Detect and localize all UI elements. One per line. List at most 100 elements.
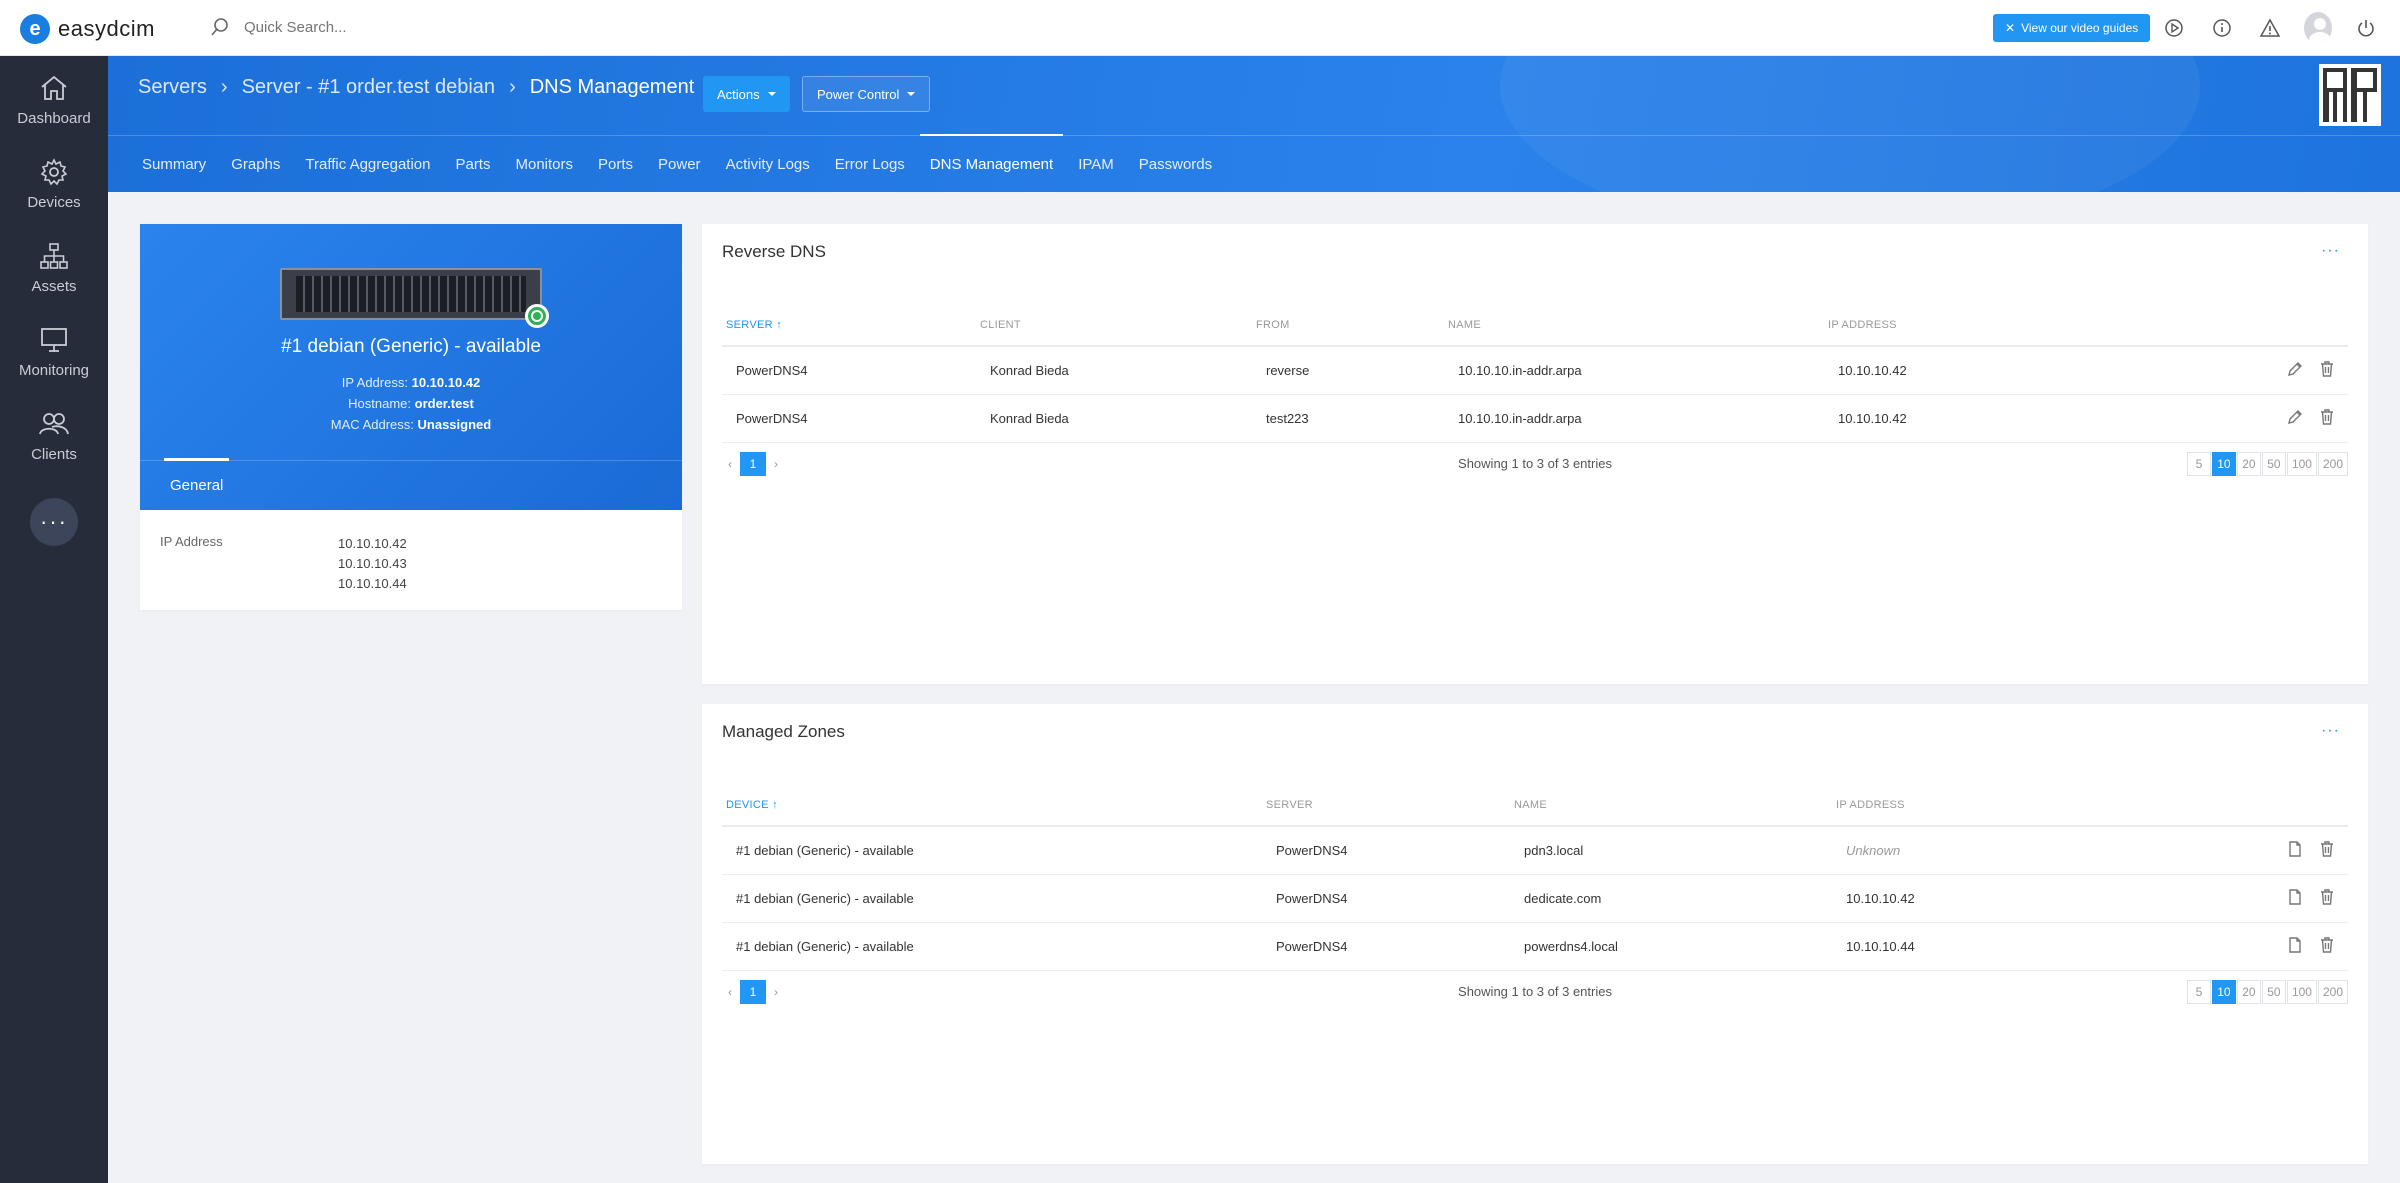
power-control-button[interactable]: Power Control xyxy=(802,76,931,112)
tab-monitors[interactable]: Monitors xyxy=(515,136,573,192)
warning-icon[interactable] xyxy=(2256,14,2284,42)
column-header-client[interactable]: CLIENT xyxy=(976,304,1252,347)
sidebar-item-dashboard[interactable]: Dashboard xyxy=(0,58,108,142)
document-icon[interactable] xyxy=(2286,888,2304,909)
more-options-icon[interactable]: ··· xyxy=(2321,242,2340,260)
sidebar-item-assets[interactable]: Assets xyxy=(0,226,108,310)
tab-error-logs[interactable]: Error Logs xyxy=(835,136,905,192)
page-header: Servers › Server - #1 order.test debian … xyxy=(108,56,2400,192)
column-header-from[interactable]: FROM xyxy=(1252,304,1444,347)
page-size-option[interactable]: 100 xyxy=(2286,980,2317,1004)
cell-server: PowerDNS4 xyxy=(1262,826,1510,875)
column-header-name[interactable]: NAME xyxy=(1510,784,1832,827)
cell-ip: 10.10.10.42 xyxy=(1832,874,2204,923)
tab-general[interactable]: General xyxy=(163,458,230,510)
page-size-option[interactable]: 5 xyxy=(2186,980,2211,1004)
trash-icon[interactable] xyxy=(2318,888,2336,909)
trash-icon[interactable] xyxy=(2318,840,2336,861)
cell-client: Konrad Bieda xyxy=(976,346,1252,395)
row-actions xyxy=(2204,826,2348,875)
document-icon[interactable] xyxy=(2286,936,2304,957)
tab-passwords[interactable]: Passwords xyxy=(1139,136,1212,192)
cell-name: 10.10.10.in-addr.arpa xyxy=(1444,394,1824,443)
tab-traffic-aggregation[interactable]: Traffic Aggregation xyxy=(305,136,430,192)
managed-zones-table: DEVICE ↑ SERVER NAME IP ADDRESS #1 debia… xyxy=(722,784,2348,971)
row-actions xyxy=(2204,346,2348,395)
info-icon[interactable] xyxy=(2208,14,2236,42)
top-bar: e easydcim ✕ View our video guides xyxy=(0,0,2400,56)
tab-ipam[interactable]: IPAM xyxy=(1078,136,1114,192)
panel-title: Managed Zones xyxy=(722,722,845,741)
brand-logo[interactable]: e easydcim xyxy=(20,14,155,44)
play-circle-icon[interactable] xyxy=(2160,14,2188,42)
page-size-option[interactable]: 10 xyxy=(2211,980,2236,1004)
tab-summary[interactable]: Summary xyxy=(142,136,206,192)
server-rack-image xyxy=(280,268,542,320)
qr-code-icon[interactable] xyxy=(2319,64,2381,126)
tab-parts[interactable]: Parts xyxy=(455,136,490,192)
column-header-device[interactable]: DEVICE ↑ xyxy=(722,784,1262,827)
reverse-dns-table: SERVER ↑ CLIENT FROM NAME IP ADDRESS Pow… xyxy=(722,304,2348,443)
sidebar-item-label: Assets xyxy=(31,277,77,295)
cell-device: #1 debian (Generic) - available xyxy=(722,874,1262,923)
breadcrumb-server[interactable]: Server - #1 order.test debian xyxy=(242,76,495,99)
ip-address-item: 10.10.10.42 xyxy=(338,536,407,551)
page-size-option[interactable]: 50 xyxy=(2261,980,2286,1004)
panel-title: Reverse DNS xyxy=(722,242,826,261)
breadcrumb-servers[interactable]: Servers xyxy=(138,76,207,99)
cell-ip: 10.10.10.42 xyxy=(1824,394,2204,443)
tab-graphs[interactable]: Graphs xyxy=(231,136,280,192)
sidebar-item-label: Devices xyxy=(27,193,81,211)
sidebar-item-clients[interactable]: Clients xyxy=(0,394,108,478)
page-size-option[interactable]: 100 xyxy=(2286,452,2317,476)
tab-power[interactable]: Power xyxy=(658,136,701,192)
column-header-name[interactable]: NAME xyxy=(1444,304,1824,347)
column-header-server[interactable]: SERVER ↑ xyxy=(722,304,976,347)
power-icon[interactable] xyxy=(2352,14,2380,42)
sidebar-more-button[interactable]: ··· xyxy=(30,498,78,546)
home-icon xyxy=(41,75,67,100)
video-guides-button[interactable]: ✕ View our video guides xyxy=(1993,14,2151,42)
page-size-option[interactable]: 5 xyxy=(2186,452,2211,476)
column-header-server[interactable]: SERVER xyxy=(1262,784,1510,827)
tab-dns-management[interactable]: DNS Management xyxy=(919,134,1064,192)
trash-icon[interactable] xyxy=(2318,360,2336,381)
avatar[interactable] xyxy=(2304,12,2332,44)
document-icon[interactable] xyxy=(2286,840,2304,861)
cell-server: PowerDNS4 xyxy=(1262,874,1510,923)
tab-ports[interactable]: Ports xyxy=(598,136,633,192)
ip-label: IP Address: xyxy=(341,375,408,390)
mac-label: MAC Address: xyxy=(330,417,414,432)
cell-server: PowerDNS4 xyxy=(722,346,976,395)
quick-search[interactable] xyxy=(210,17,544,37)
actions-label: Actions xyxy=(717,86,760,102)
row-actions xyxy=(2204,394,2348,443)
tab-activity-logs[interactable]: Activity Logs xyxy=(726,136,810,192)
table-row: PowerDNS4 Konrad Bieda test223 10.10.10.… xyxy=(722,394,2348,443)
breadcrumb: Servers › Server - #1 order.test debian … xyxy=(138,76,694,99)
search-input[interactable] xyxy=(244,18,544,36)
edit-icon[interactable] xyxy=(2286,360,2304,381)
cell-client: Konrad Bieda xyxy=(976,394,1252,443)
page-size-option[interactable]: 20 xyxy=(2236,980,2261,1004)
page-size-option[interactable]: 10 xyxy=(2211,452,2236,476)
close-icon[interactable]: ✕ xyxy=(2005,21,2015,35)
sidebar-item-devices[interactable]: Devices xyxy=(0,142,108,226)
column-header-ip[interactable]: IP ADDRESS xyxy=(1824,304,2204,347)
power-status-icon xyxy=(525,304,549,328)
page-size-option[interactable]: 50 xyxy=(2261,452,2286,476)
trash-icon[interactable] xyxy=(2318,936,2336,957)
column-header-ip[interactable]: IP ADDRESS xyxy=(1832,784,2204,827)
server-summary: #1 debian (Generic) - available IP Addre… xyxy=(140,224,682,510)
actions-button[interactable]: Actions xyxy=(703,76,790,112)
table-row: #1 debian (Generic) - available PowerDNS… xyxy=(722,922,2348,971)
page-size-option[interactable]: 200 xyxy=(2317,980,2348,1004)
search-icon xyxy=(211,18,228,36)
page-size-option[interactable]: 20 xyxy=(2236,452,2261,476)
sidebar-item-monitoring[interactable]: Monitoring xyxy=(0,310,108,394)
edit-icon[interactable] xyxy=(2286,408,2304,429)
cell-server: PowerDNS4 xyxy=(1262,922,1510,971)
page-size-option[interactable]: 200 xyxy=(2317,452,2348,476)
more-options-icon[interactable]: ··· xyxy=(2321,722,2340,740)
trash-icon[interactable] xyxy=(2318,408,2336,429)
